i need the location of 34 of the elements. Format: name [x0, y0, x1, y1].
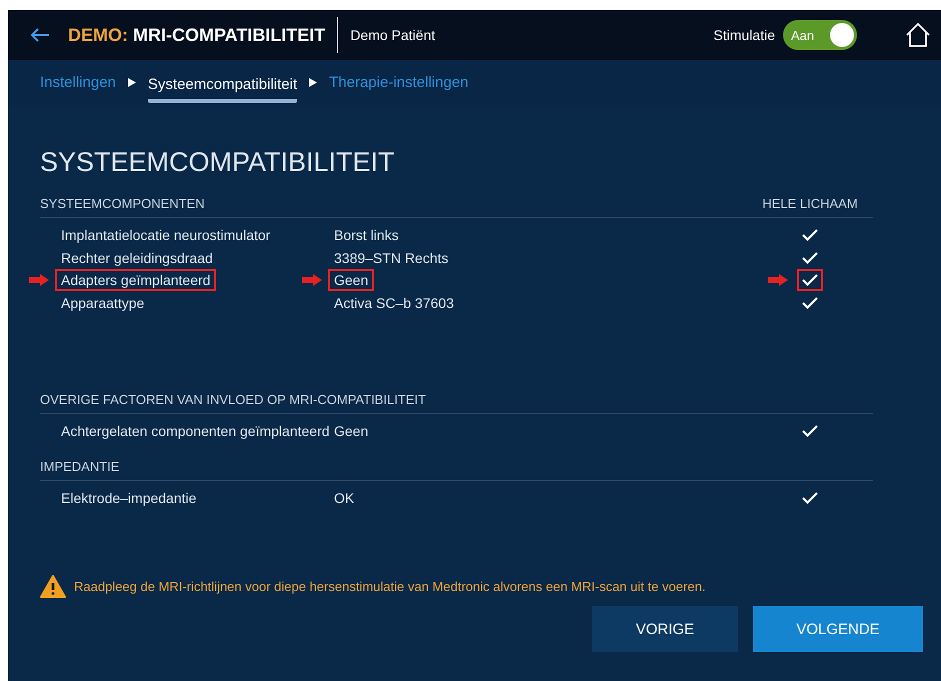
- section-heading: OVERIGE FACTOREN VAN INVLOED OP MRI-COMPATIBILITEIT: [40, 392, 426, 407]
- stimulation-toggle[interactable]: Aan: [783, 20, 857, 50]
- row-value: Activa SC–b 37603: [333, 294, 455, 313]
- patient-name: Demo Patiënt: [350, 27, 436, 43]
- home-icon[interactable]: [905, 22, 931, 48]
- separator-triangle-icon: [128, 78, 136, 87]
- row-label: Achtergelaten componenten geïmplanteerd: [60, 422, 331, 442]
- navigation-button[interactable]: VOLGENDE: [753, 606, 923, 652]
- app-title: DEMO: MRI-COMPATIBILITEIT: [68, 24, 326, 46]
- annotation-arrow-icon: [29, 274, 49, 286]
- warning-text: Raadpleeg de MRI-richtlijnen voor diepe hersenstimulatie van Medtronic alvorens een MRI-scan uit te voeren.: [74, 579, 706, 594]
- row-value: 3389–STN Rechts: [333, 248, 450, 268]
- row-label: Rechter geleidingsdraad: [60, 248, 214, 268]
- annotation-arrow-icon: [302, 274, 322, 286]
- separator-triangle-icon: [309, 78, 318, 87]
- row-value: Borst links: [333, 226, 400, 246]
- navigation-button[interactable]: VORIGE: [592, 606, 738, 652]
- row-label: Implantatielocatie neurostimulator: [60, 226, 272, 246]
- column-heading: HELE LICHAAM: [761, 196, 859, 211]
- row-label: Apparaattype: [60, 294, 146, 313]
- row-value: Geen: [328, 269, 374, 292]
- page-title: SYSTEEMCOMPATIBILITEIT: [40, 147, 396, 178]
- row-value: OK: [333, 488, 356, 508]
- row-label: Adapters geïmplanteerd: [55, 269, 216, 292]
- section-heading: IMPEDANTIE: [40, 458, 120, 474]
- annotation-arrow-icon: [768, 274, 788, 286]
- stimulation-label: Stimulatie: [714, 27, 775, 43]
- breadcrumb-tab[interactable]: Instellingen: [40, 64, 116, 101]
- row-value: Geen: [333, 422, 370, 442]
- breadcrumb-tab[interactable]: Therapie-instellingen: [329, 64, 468, 101]
- warning-icon: [40, 575, 66, 598]
- back-arrow-icon[interactable]: [30, 27, 50, 43]
- row-label: Elektrode–impedantie: [60, 488, 198, 508]
- section-heading: SYSTEEMCOMPONENTEN: [40, 196, 205, 211]
